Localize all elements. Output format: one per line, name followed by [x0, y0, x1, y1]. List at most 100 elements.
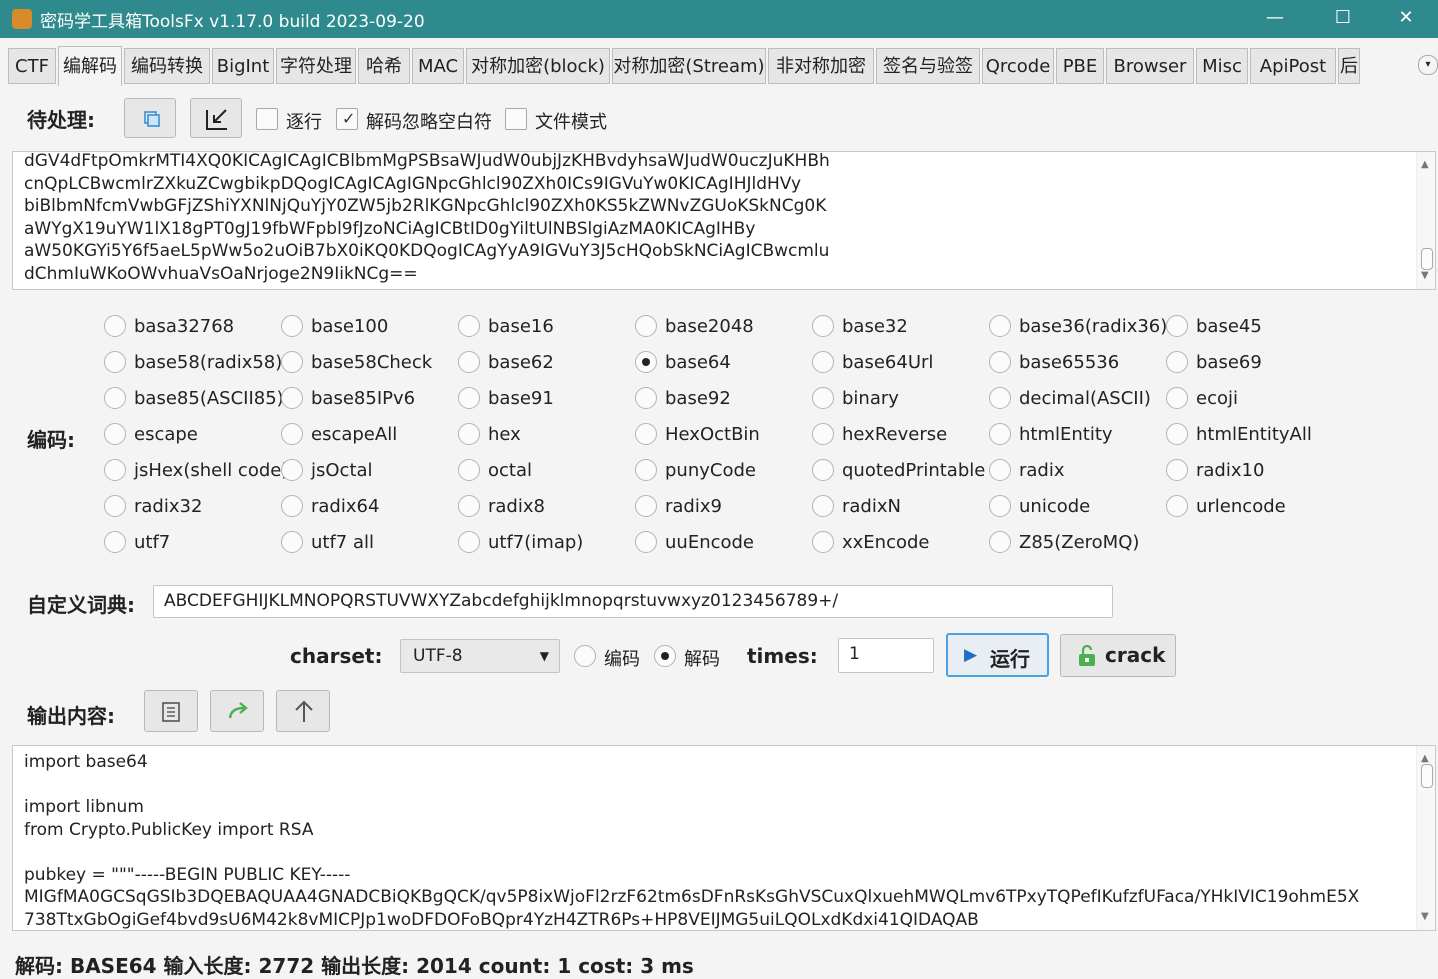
scroll-down-icon[interactable]: ▼ — [1421, 906, 1429, 929]
charset-select[interactable]: UTF-8 ▼ — [400, 639, 560, 673]
encoding-radio-uuencode[interactable] — [635, 531, 657, 553]
encoding-radio-base32[interactable] — [812, 315, 834, 337]
encoding-radio-label[interactable]: escape — [134, 424, 198, 445]
encoding-radio-radix64[interactable] — [281, 495, 303, 517]
encoding-radio-htmlentity[interactable] — [989, 423, 1011, 445]
minimize-button[interactable]: — — [1243, 0, 1307, 38]
encoding-radio-xxencode[interactable] — [812, 531, 834, 553]
encoding-radio-ecoji[interactable] — [1166, 387, 1188, 409]
file-mode-checkbox[interactable] — [505, 108, 527, 130]
encoding-radio-hexoctbin[interactable] — [635, 423, 657, 445]
encoding-radio-label[interactable]: radix9 — [665, 496, 722, 517]
encoding-radio-unicode[interactable] — [989, 495, 1011, 517]
tab-14[interactable]: Misc — [1196, 48, 1248, 84]
encoding-radio-hexreverse[interactable] — [812, 423, 834, 445]
encoding-radio-label[interactable]: basa32768 — [134, 316, 234, 337]
tab-10[interactable]: 签名与验签 — [876, 48, 980, 84]
tab-3[interactable]: BigInt — [212, 48, 274, 84]
encoding-radio-escape[interactable] — [104, 423, 126, 445]
encoding-radio-utf7[interactable] — [104, 531, 126, 553]
paste-button[interactable] — [124, 98, 176, 138]
encoding-radio-label[interactable]: decimal(ASCII) — [1019, 388, 1151, 409]
encoding-radio-base16[interactable] — [458, 315, 480, 337]
encoding-radio-label[interactable]: Z85(ZeroMQ) — [1019, 532, 1139, 553]
encoding-radio-label[interactable]: escapeAll — [311, 424, 397, 445]
ignore-whitespace-checkbox[interactable]: ✓ — [336, 108, 358, 130]
encoding-radio-base45[interactable] — [1166, 315, 1188, 337]
encoding-radio-label[interactable]: base36(radix36) — [1019, 316, 1167, 337]
encoding-radio-label[interactable]: jsOctal — [311, 460, 373, 481]
forward-output-button[interactable] — [210, 690, 264, 732]
tab-1[interactable]: 编解码 — [58, 46, 122, 86]
tab-9[interactable]: 非对称加密 — [768, 48, 874, 84]
encoding-radio-base91[interactable] — [458, 387, 480, 409]
tab-4[interactable]: 字符处理 — [276, 48, 356, 84]
encoding-radio-quotedprintable[interactable] — [812, 459, 834, 481]
encoding-radio-radix32[interactable] — [104, 495, 126, 517]
encoding-radio-base100[interactable] — [281, 315, 303, 337]
dictionary-input[interactable]: ABCDEFGHIJKLMNOPQRSTUVWXYZabcdefghijklmn… — [153, 585, 1113, 618]
run-button[interactable]: ▶ 运行 — [946, 633, 1049, 677]
encoding-radio-utf7-all[interactable] — [281, 531, 303, 553]
encoding-radio-label[interactable]: radix8 — [488, 496, 545, 517]
tab-6[interactable]: MAC — [412, 48, 464, 84]
encoding-radio-radix[interactable] — [989, 459, 1011, 481]
encoding-radio-label[interactable]: quotedPrintable — [842, 460, 985, 481]
input-scrollbar[interactable]: ▲ ▼ — [1416, 152, 1435, 289]
copy-output-button[interactable] — [144, 690, 198, 732]
import-file-button[interactable] — [190, 98, 242, 138]
encoding-radio-base62[interactable] — [458, 351, 480, 373]
encoding-radio-base85ipv6[interactable] — [281, 387, 303, 409]
input-textarea[interactable]: dGV4dFtpOmkrMTI4XQ0KICAgICAgICBlbmMgPSBs… — [12, 151, 1436, 290]
encoding-radio-base36-radix36-[interactable] — [989, 315, 1011, 337]
close-button[interactable]: ✕ — [1374, 0, 1438, 38]
tab-13[interactable]: Browser — [1106, 48, 1194, 84]
encoding-radio-escapeall[interactable] — [281, 423, 303, 445]
encoding-radio-label[interactable]: base58Check — [311, 352, 432, 373]
encoding-radio-label[interactable]: base2048 — [665, 316, 754, 337]
output-scrollbar[interactable]: ▲ ▼ — [1416, 746, 1435, 930]
encoding-radio-label[interactable]: octal — [488, 460, 532, 481]
encoding-radio-base2048[interactable] — [635, 315, 657, 337]
encoding-radio-label[interactable]: htmlEntityAll — [1196, 424, 1312, 445]
encoding-radio-base58-radix58-[interactable] — [104, 351, 126, 373]
encoding-radio-label[interactable]: base85(ASCII85) — [134, 388, 284, 409]
tab-overflow-chevron-icon[interactable]: ▾ — [1418, 55, 1438, 75]
encoding-radio-base92[interactable] — [635, 387, 657, 409]
encoding-radio-label[interactable]: radix64 — [311, 496, 379, 517]
line-by-line-checkbox[interactable] — [256, 108, 278, 130]
encoding-radio-label[interactable]: ecoji — [1196, 388, 1238, 409]
encoding-radio-label[interactable]: utf7 — [134, 532, 170, 553]
encoding-radio-base58check[interactable] — [281, 351, 303, 373]
encoding-radio-label[interactable]: HexOctBin — [665, 424, 760, 445]
tab-16[interactable]: 后 — [1338, 48, 1360, 84]
encoding-radio-htmlentityall[interactable] — [1166, 423, 1188, 445]
encoding-radio-jsoctal[interactable] — [281, 459, 303, 481]
encoding-radio-label[interactable]: base64Url — [842, 352, 933, 373]
encoding-radio-utf7-imap-[interactable] — [458, 531, 480, 553]
encoding-radio-binary[interactable] — [812, 387, 834, 409]
encoding-radio-hex[interactable] — [458, 423, 480, 445]
encoding-radio-octal[interactable] — [458, 459, 480, 481]
encoding-radio-label[interactable]: urlencode — [1196, 496, 1286, 517]
output-textarea[interactable]: import base64 import libnum from Crypto.Pu… — [12, 745, 1436, 931]
encoding-radio-label[interactable]: radix32 — [134, 496, 202, 517]
encoding-radio-label[interactable]: utf7 all — [311, 532, 374, 553]
tab-2[interactable]: 编码转换 — [124, 48, 210, 84]
encoding-radio-basa32768[interactable] — [104, 315, 126, 337]
encoding-radio-label[interactable]: base65536 — [1019, 352, 1119, 373]
encoding-radio-label[interactable]: base100 — [311, 316, 388, 337]
tab-15[interactable]: ApiPost — [1250, 48, 1336, 84]
encoding-radio-label[interactable]: base62 — [488, 352, 554, 373]
encoding-radio-label[interactable]: radixN — [842, 496, 901, 517]
move-up-button[interactable] — [276, 690, 330, 732]
encoding-radio-punycode[interactable] — [635, 459, 657, 481]
encoding-radio-label[interactable]: base45 — [1196, 316, 1262, 337]
encoding-radio-radixn[interactable] — [812, 495, 834, 517]
encoding-radio-z85-zeromq-[interactable] — [989, 531, 1011, 553]
decode-radio[interactable] — [654, 645, 676, 667]
encoding-radio-jshex-shell-code-[interactable] — [104, 459, 126, 481]
encoding-radio-label[interactable]: base32 — [842, 316, 908, 337]
encoding-radio-label[interactable]: htmlEntity — [1019, 424, 1113, 445]
encoding-radio-label[interactable]: base58(radix58) — [134, 352, 282, 373]
